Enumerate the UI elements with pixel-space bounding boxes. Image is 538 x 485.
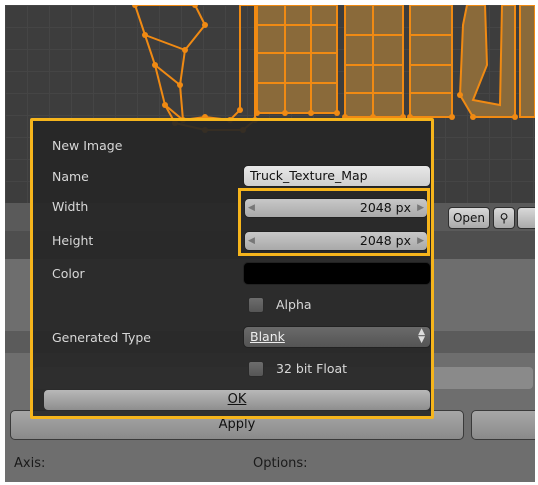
pin-icon[interactable]: ⚲ [493, 207, 515, 229]
image-browse-icon[interactable] [517, 207, 535, 229]
float-label: 32 bit Float [276, 361, 348, 376]
blender-window: Open ⚲ Apply Axis: Options: New Image Na… [5, 5, 535, 482]
dialog-title: New Image [52, 138, 123, 153]
size-highlight-box [238, 188, 430, 256]
secondary-button[interactable] [471, 410, 535, 440]
alpha-checkbox[interactable] [248, 297, 264, 313]
select-arrows-icon: ▲ ▼ [418, 327, 425, 345]
ok-label: OK [227, 392, 247, 407]
open-image-button[interactable]: Open [448, 207, 490, 229]
generated-type-select[interactable]: Blank ▲ ▼ [243, 326, 431, 348]
height-label: Height [52, 233, 94, 248]
axis-label: Axis: [14, 456, 46, 471]
name-input[interactable]: Truck_Texture_Map [243, 165, 431, 187]
generated-type-value: Blank [250, 329, 285, 344]
float-checkbox[interactable] [248, 361, 264, 377]
color-label: Color [52, 266, 85, 281]
width-label: Width [52, 199, 89, 214]
new-image-dialog: New Image Name Truck_Texture_Map Width ◀… [30, 118, 434, 419]
generated-type-label: Generated Type [52, 330, 151, 345]
alpha-label: Alpha [276, 297, 312, 312]
color-swatch[interactable] [243, 262, 431, 285]
options-label: Options: [253, 456, 308, 471]
name-label: Name [52, 169, 89, 184]
ok-button[interactable]: OK [43, 389, 431, 411]
